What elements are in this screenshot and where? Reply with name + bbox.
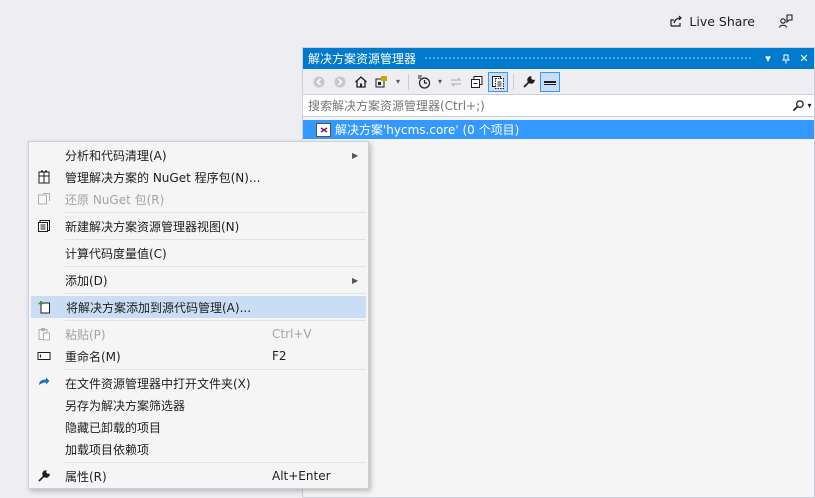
solution-explorer-search: ▾ [303,95,814,117]
feedback-button[interactable] [777,12,795,30]
menu-item-paste[interactable]: 粘贴(P) Ctrl+V [31,323,366,345]
menu-separator [65,266,366,267]
menu-separator [65,239,366,240]
menu-item-label: 将解决方案添加到源代码管理(A)... [66,300,252,315]
solution-icon [316,122,331,137]
title-grip[interactable] [424,56,752,61]
menu-separator [65,462,366,463]
solution-tree: 解决方案'hycms.core' (0 个项目) [303,117,814,487]
filter-dropdown-icon[interactable]: ▾ [435,72,445,92]
feedback-icon [778,14,793,28]
menu-item-properties[interactable]: 属性(R) Alt+Enter [31,465,366,487]
pending-changes-filter-icon[interactable] [414,72,434,92]
share-icon [670,15,683,27]
menu-item-label: 加载项目依赖项 [65,442,150,457]
menu-separator [65,320,366,321]
menu-item-load-dependencies[interactable]: 加载项目依赖项 [31,438,366,460]
live-share-button[interactable]: Live Share [669,14,755,29]
sync-with-active-document-icon[interactable] [446,72,466,92]
menu-item-label: 在文件资源管理器中打开文件夹(X) [65,376,251,391]
forward-icon[interactable] [330,72,350,92]
menu-item-label: 新建解决方案资源管理器视图(N) [65,219,240,234]
open-folder-icon [31,376,57,390]
menu-item-label: 属性(R) [65,469,107,484]
menu-item-label: 管理解决方案的 NuGet 程序包(N)... [65,170,261,185]
properties-wrench-icon[interactable] [519,72,539,92]
menu-item-add[interactable]: 添加(D) ▶ [31,269,366,291]
collapse-all-icon[interactable] [467,72,487,92]
solution-explorer-title: 解决方案资源管理器 [308,52,417,66]
submenu-arrow-icon: ▶ [352,275,359,285]
menu-item-label: 分析和代码清理(A) [65,148,167,163]
window-position-dropdown-icon[interactable]: ▾ [760,51,776,67]
paste-icon [31,327,57,341]
context-menu: 分析和代码清理(A) ▶ 管理解决方案的 NuGet 程序包(N)... 还原 … [28,141,369,489]
menu-item-save-as-filter[interactable]: 另存为解决方案筛选器 [31,394,366,416]
restore-icon [31,192,57,206]
menu-item-new-explorer-view[interactable]: 新建解决方案资源管理器视图(N) [31,215,366,237]
menu-item-rename[interactable]: 重命名(M) F2 [31,345,366,367]
menu-item-label: 重命名(M) [65,349,121,364]
add-source-control-icon [32,300,58,314]
back-icon[interactable] [309,72,329,92]
menu-item-shortcut: F2 [272,349,287,363]
menu-item-open-in-explorer[interactable]: 在文件资源管理器中打开文件夹(X) [31,372,366,394]
menu-item-label: 粘贴(P) [65,327,106,342]
switch-views-icon[interactable] [372,72,392,92]
solution-explorer-panel: 解决方案资源管理器 ▾ ✕ ▾ ▾ ▾ [302,47,815,498]
search-icon[interactable]: ▾ [790,99,814,112]
nuget-icon [31,170,57,184]
home-icon[interactable] [351,72,371,92]
pin-icon[interactable] [778,51,794,67]
menu-item-hide-unloaded[interactable]: 隐藏已卸载的项目 [31,416,366,438]
menu-item-manage-nuget[interactable]: 管理解决方案的 NuGet 程序包(N)... [31,166,366,188]
search-input[interactable] [308,98,790,113]
close-icon[interactable]: ✕ [796,51,812,67]
solution-label: 解决方案'hycms.core' (0 个项目) [335,123,520,137]
show-all-files-icon[interactable] [488,71,508,92]
search-options-dropdown-icon[interactable]: ▾ [807,101,811,110]
menu-item-label: 另存为解决方案筛选器 [65,398,186,413]
menu-item-label: 添加(D) [65,273,108,288]
toolbar-divider [408,73,409,90]
menu-item-shortcut: Ctrl+V [272,327,312,341]
switch-views-dropdown-icon[interactable]: ▾ [393,72,403,92]
solution-node[interactable]: 解决方案'hycms.core' (0 个项目) [303,120,814,139]
solution-explorer-toolbar: ▾ ▾ [303,69,814,95]
new-view-icon [31,219,57,233]
menu-item-restore-nuget[interactable]: 还原 NuGet 包(R) [31,188,366,210]
menu-separator [65,369,366,370]
menu-item-add-to-source-control[interactable]: 将解决方案添加到源代码管理(A)... [31,296,366,318]
wrench-icon [31,469,57,483]
preview-selected-items-icon[interactable] [540,71,560,92]
solution-explorer-title-bar: 解决方案资源管理器 ▾ ✕ [303,48,814,69]
top-toolbar: Live Share [669,10,815,32]
menu-separator [65,212,366,213]
toolbar-divider [513,73,514,90]
menu-item-shortcut: Alt+Enter [272,469,331,483]
menu-item-analyze[interactable]: 分析和代码清理(A) ▶ [31,144,366,166]
rename-icon [31,349,57,363]
menu-item-label: 计算代码度量值(C) [65,246,167,261]
menu-item-code-metrics[interactable]: 计算代码度量值(C) [31,242,366,264]
menu-separator [65,293,366,294]
menu-item-label: 隐藏已卸载的项目 [65,420,162,435]
submenu-arrow-icon: ▶ [352,150,359,160]
menu-item-label: 还原 NuGet 包(R) [65,192,165,207]
live-share-label: Live Share [689,13,755,29]
